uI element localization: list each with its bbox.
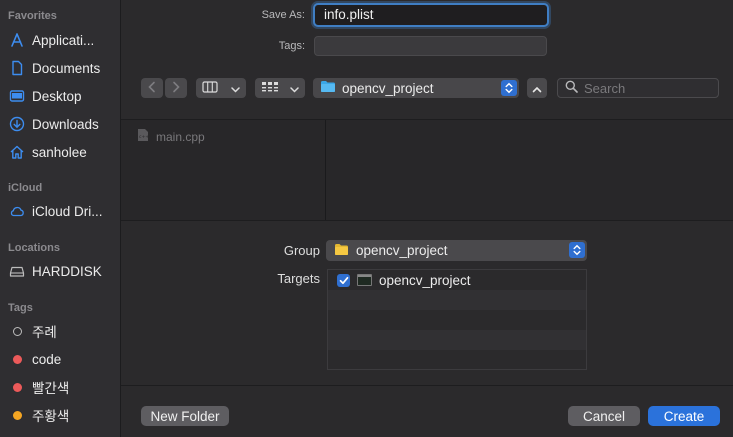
sidebar-item-icloud-drive[interactable]: iCloud Dri... [0, 200, 121, 222]
create-button[interactable]: Create [648, 406, 720, 426]
tag-dot-icon [9, 351, 25, 367]
download-icon [9, 116, 25, 132]
search-placeholder: Search [584, 80, 626, 96]
sidebar-tag-item[interactable]: 주황색 [0, 404, 121, 426]
file-browser[interactable] [121, 120, 733, 220]
sidebar-item-label: 주황색 [32, 409, 70, 424]
tags-label: Tags: [278, 40, 305, 52]
targets-list[interactable]: opencv_project [327, 269, 587, 370]
target-checkbox[interactable] [337, 273, 350, 288]
checkmark-icon [339, 273, 349, 288]
terminal-app-icon [357, 274, 372, 286]
file-name: main.cpp [156, 129, 205, 144]
harddisk-icon [9, 263, 25, 279]
chevron-up-icon [532, 81, 542, 96]
sidebar-item-desktop[interactable]: Desktop [0, 85, 121, 107]
desktop-icon [9, 88, 25, 104]
chevron-right-icon [171, 81, 181, 96]
empty-row [328, 350, 586, 370]
grid-icon [261, 81, 279, 96]
group-label: Group [283, 243, 320, 258]
svg-text:c++: c++ [139, 134, 149, 140]
sidebar-item-documents[interactable]: Documents [0, 57, 121, 79]
sidebar-item-harddisk[interactable]: HARDDISK [0, 260, 121, 282]
sidebar-item-applications[interactable]: Applicati... [0, 29, 121, 51]
group-value: opencv_project [356, 243, 448, 258]
sidebar-item-label: 빨간색 [32, 381, 70, 396]
sidebar-tag-item[interactable]: 빨간색 [0, 376, 121, 398]
folder-icon [320, 80, 336, 96]
sidebar-tag-item[interactable]: code [0, 348, 121, 370]
target-row[interactable]: opencv_project [328, 270, 586, 290]
sidebar-item-label: 주례 [32, 325, 57, 340]
columns-view-icon [202, 80, 218, 96]
updown-chevron-icon [569, 242, 585, 258]
tags-input[interactable] [314, 36, 547, 56]
file-item[interactable]: c++ main.cpp [137, 128, 205, 145]
targets-label: Targets [277, 271, 320, 286]
save-as-label: Save As: [261, 9, 305, 21]
sidebar-item-label: Documents [32, 60, 101, 76]
sidebar: Favorites Applicati... Documents Desktop… [0, 0, 121, 437]
view-mode-button[interactable] [196, 78, 246, 98]
sidebar-item-label: Desktop [32, 88, 82, 104]
tag-dot-icon [9, 379, 25, 395]
locations-section-title: Locations [8, 242, 60, 254]
empty-row [328, 290, 586, 310]
sidebar-item-label: Downloads [32, 116, 99, 132]
location-label: opencv_project [342, 80, 434, 96]
group-popup[interactable]: opencv_project [326, 240, 587, 261]
new-folder-button[interactable]: New Folder [141, 406, 229, 426]
sidebar-item-downloads[interactable]: Downloads [0, 113, 121, 135]
expand-collapse-button[interactable] [527, 78, 547, 98]
sidebar-item-label: HARDDISK [32, 263, 102, 279]
folder-icon [334, 243, 349, 259]
group-by-button[interactable] [255, 78, 305, 98]
favorites-section-title: Favorites [8, 10, 57, 22]
sidebar-tag-item[interactable]: 주례 [0, 320, 121, 342]
chevron-left-icon [147, 81, 157, 96]
target-name: opencv_project [379, 272, 471, 288]
column-separator[interactable] [325, 120, 326, 220]
empty-row [328, 330, 586, 350]
document-icon [9, 60, 25, 76]
search-field[interactable]: Search [557, 78, 719, 98]
tags-section-title: Tags [8, 302, 33, 314]
home-icon [9, 144, 25, 160]
back-button[interactable] [141, 78, 163, 98]
updown-chevron-icon [501, 80, 517, 96]
sidebar-item-label: Applicati... [32, 32, 95, 48]
chevron-down-icon [290, 81, 299, 96]
sidebar-item-label: iCloud Dri... [32, 203, 103, 219]
empty-row [328, 310, 586, 330]
cpp-file-icon: c++ [137, 128, 149, 145]
location-popup[interactable]: opencv_project [313, 78, 519, 98]
save-as-input[interactable]: info.plist [313, 3, 549, 27]
sidebar-item-label: code [32, 351, 62, 367]
cancel-button[interactable]: Cancel [568, 406, 640, 426]
icloud-section-title: iCloud [8, 182, 43, 194]
sidebar-item-home[interactable]: sanholee [0, 141, 121, 163]
sidebar-item-label: sanholee [32, 144, 87, 160]
cloud-icon [9, 203, 25, 219]
save-dialog-main: Save As: info.plist Tags: opencv_project… [121, 0, 733, 437]
forward-button[interactable] [165, 78, 187, 98]
tag-dot-icon [9, 407, 25, 423]
tag-dot-icon [9, 323, 25, 339]
chevron-down-icon [231, 81, 240, 96]
search-icon [565, 80, 578, 96]
applications-icon [9, 32, 25, 48]
